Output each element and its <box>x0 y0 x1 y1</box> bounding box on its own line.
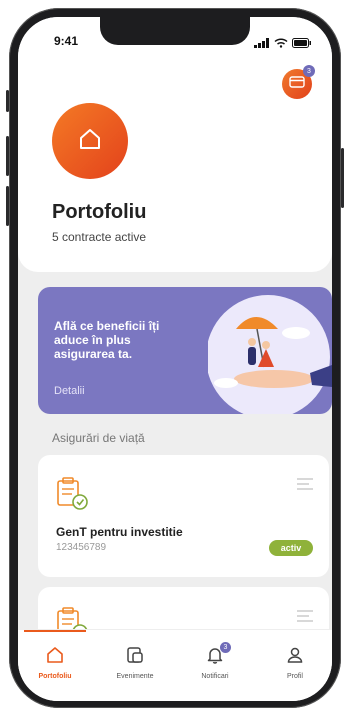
policy-number: 123456789 <box>56 542 107 553</box>
menu-icon[interactable] <box>297 609 313 627</box>
user-icon <box>286 646 304 669</box>
menu-icon[interactable] <box>297 477 313 495</box>
wallet-badge: 3 <box>303 65 315 77</box>
policy-card[interactable]: GenT pentru investitie 123456789 activ <box>38 455 329 577</box>
wifi-icon <box>274 35 288 53</box>
home-icon <box>77 126 103 157</box>
portfolio-header: 3 Portofoliu 5 contracte active <box>18 17 332 272</box>
signal-icon <box>254 35 270 53</box>
tab-label: Profil <box>287 673 303 680</box>
bottom-tab-bar: Portofoliu Evenimente 3 Notificari Profi… <box>18 629 332 701</box>
status-icons <box>254 35 312 53</box>
tab-label: Portofoliu <box>38 673 72 680</box>
life-insurance-section-label: Asigurări de viață <box>52 431 145 445</box>
benefits-banner[interactable]: Află ce beneficii îți aduce în plus asig… <box>38 287 332 414</box>
tab-profil[interactable]: Profil <box>260 646 330 680</box>
contracts-count: 5 contracte active <box>52 230 147 244</box>
insurance-illustration <box>208 295 332 414</box>
volume-up-button <box>6 136 9 176</box>
screen: 3 Portofoliu 5 contracte active 9:41 Afl… <box>18 17 332 701</box>
wallet-button[interactable]: 3 <box>282 65 315 99</box>
tab-evenimente[interactable]: Evenimente <box>100 646 170 680</box>
status-badge: activ <box>269 540 313 556</box>
tab-portofoliu[interactable]: Portofoliu <box>20 646 90 680</box>
tab-label: Evenimente <box>116 673 154 680</box>
volume-down-button <box>6 186 9 226</box>
banner-details-link[interactable]: Detalii <box>54 385 85 397</box>
status-time: 9:41 <box>54 34 79 48</box>
notch <box>100 17 250 45</box>
notifications-badge: 3 <box>220 642 231 653</box>
portfolio-avatar <box>52 103 128 179</box>
document-icon <box>126 646 144 669</box>
battery-icon <box>292 35 312 53</box>
policy-name: GenT pentru investitie <box>56 525 183 539</box>
banner-text: Află ce beneficii îți aduce în plus asig… <box>54 319 160 361</box>
policy-document-icon <box>54 475 90 516</box>
page-title: Portofoliu <box>52 201 147 223</box>
tab-label: Notificari <box>201 673 229 680</box>
tab-notificari[interactable]: 3 Notificari <box>180 642 250 680</box>
home-icon <box>46 646 64 669</box>
power-button <box>341 148 344 208</box>
active-tab-indicator <box>24 630 86 632</box>
card-icon <box>289 75 305 93</box>
mute-switch <box>6 90 9 112</box>
